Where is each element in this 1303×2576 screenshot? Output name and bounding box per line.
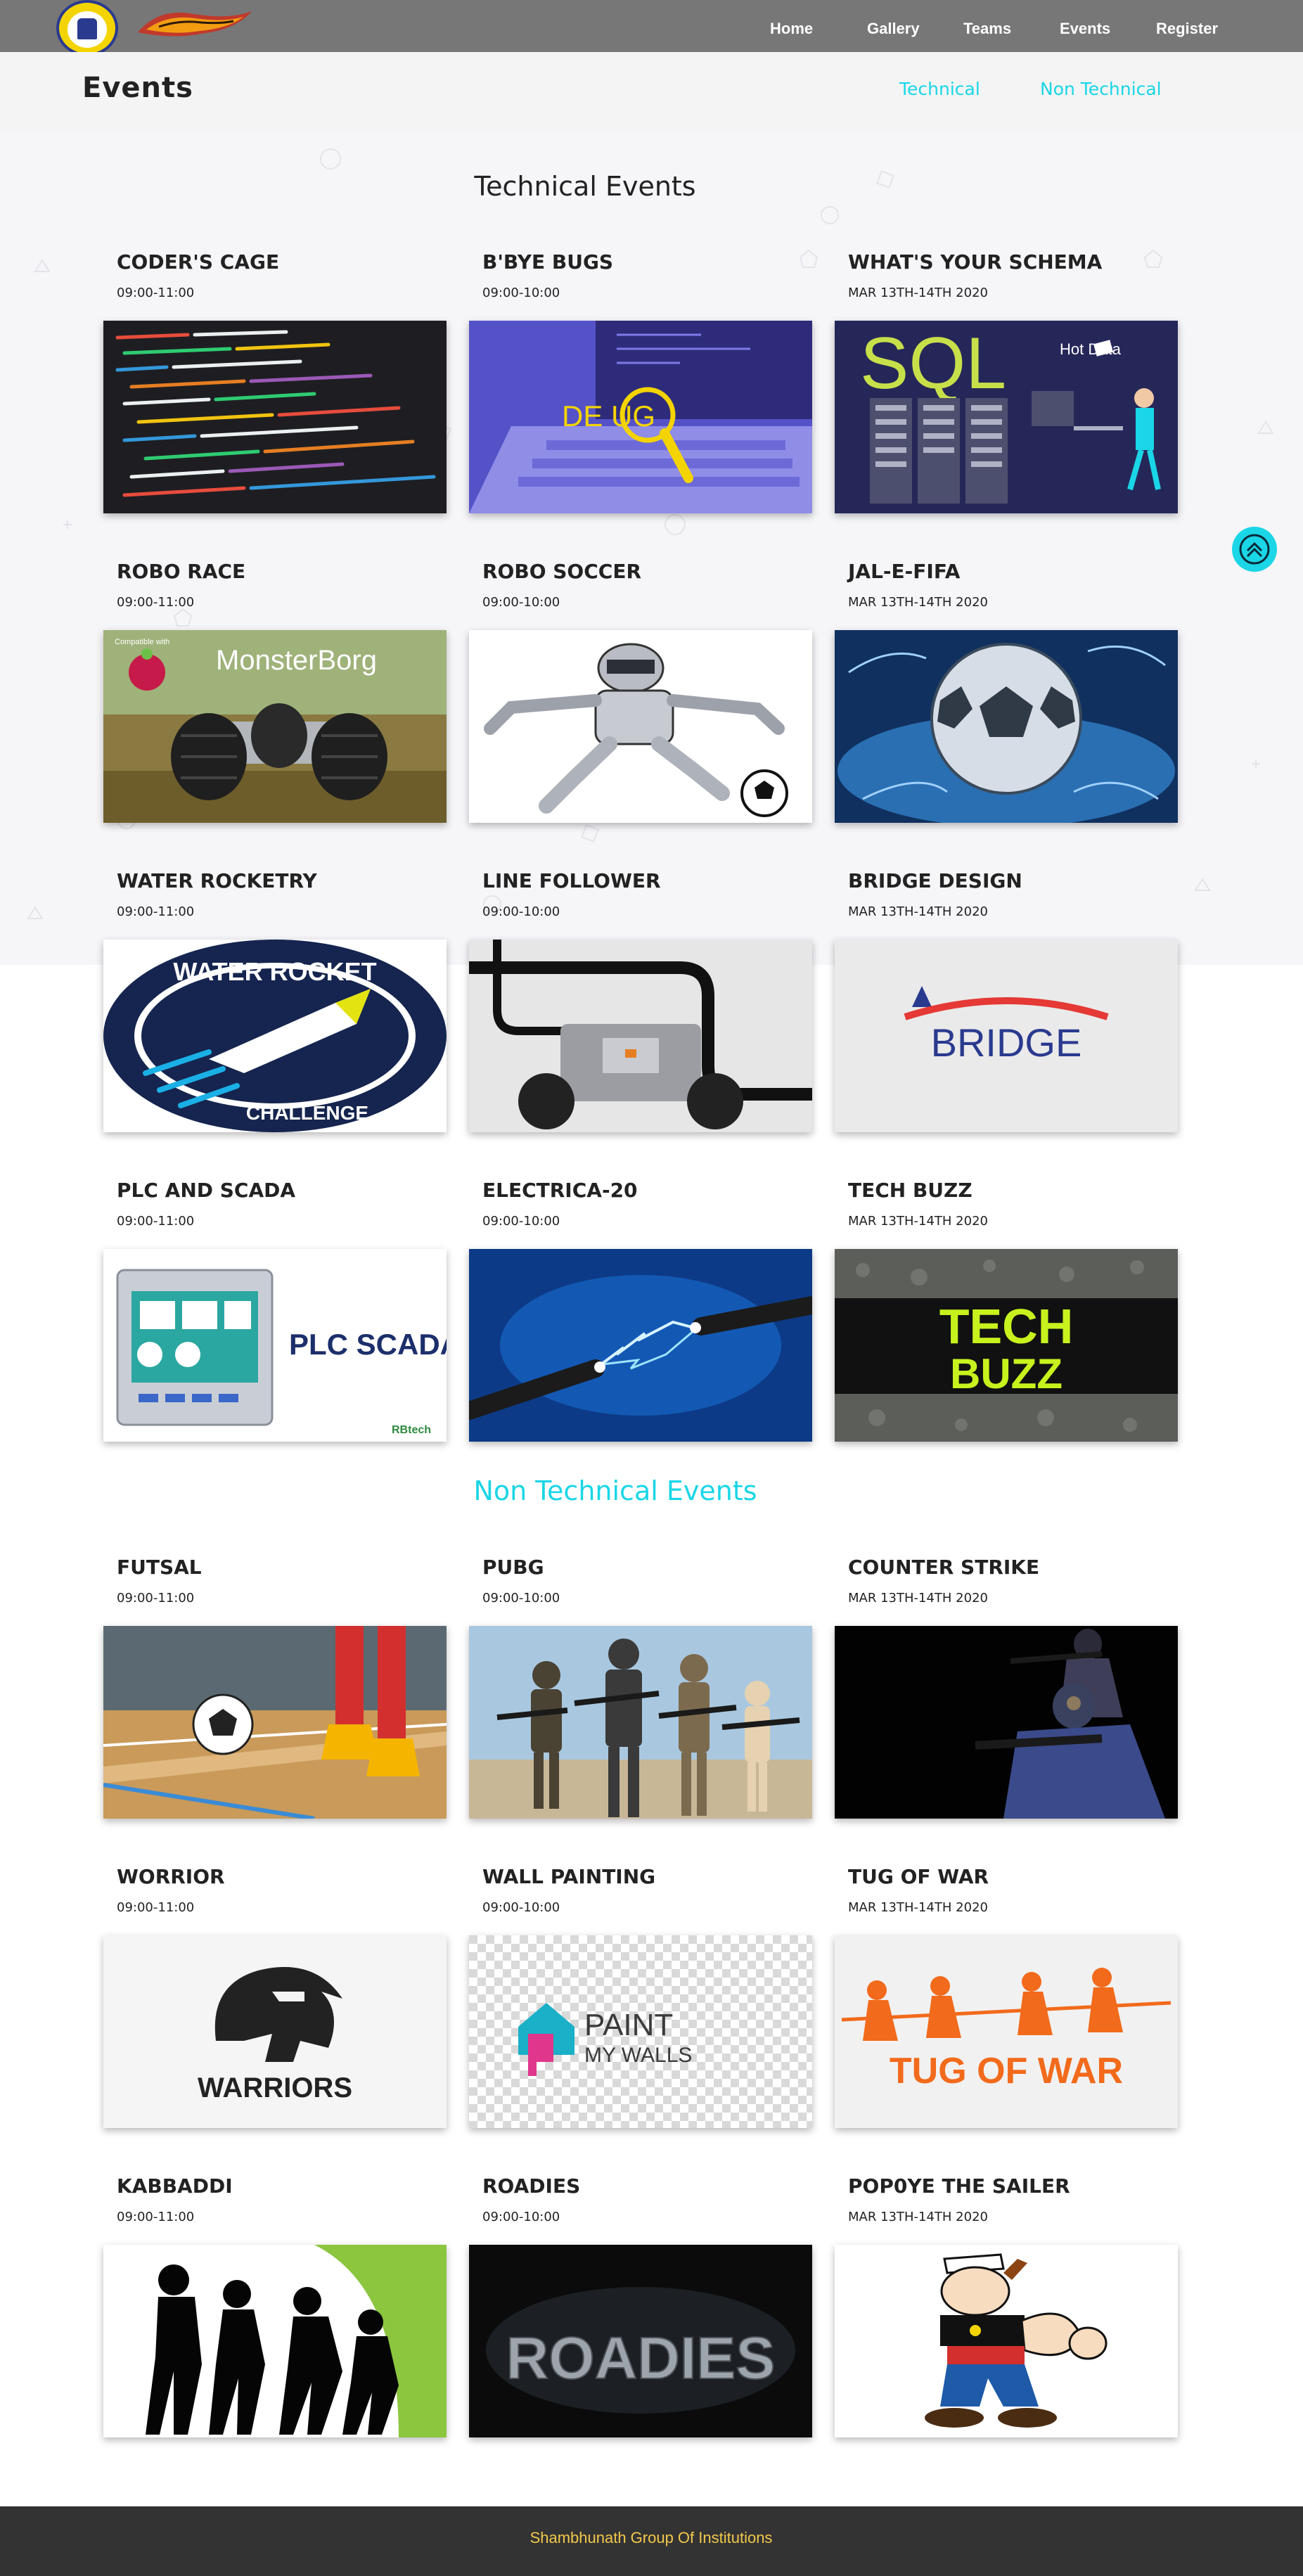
- event-time: 09:00-10:00: [482, 1591, 560, 1606]
- event-time: 09:00-11:00: [117, 1214, 195, 1229]
- event-time: 09:00-11:00: [117, 2210, 195, 2224]
- event-title: JAL-E-FIFA: [848, 560, 961, 583]
- roadies-image-text: ROADIES: [506, 2325, 776, 2391]
- sql-image-text: SQL: [860, 323, 1006, 404]
- event-time: 09:00-10:00: [482, 904, 560, 919]
- event-title: KABBADDI: [117, 2174, 233, 2198]
- event-title: WORRIOR: [117, 1865, 225, 1888]
- technical-events-heading: Technical Events: [474, 171, 696, 202]
- event-image-coders-cage[interactable]: [103, 321, 447, 513]
- event-title: TUG OF WAR: [848, 1865, 989, 1888]
- event-image-plc-scada[interactable]: PLC SCADA RBtech: [103, 1249, 447, 1442]
- event-time: 09:00-11:00: [117, 1900, 195, 1915]
- navbar: Home Gallery Teams Events Register: [0, 0, 1303, 56]
- event-title: BRIDGE DESIGN: [848, 869, 1022, 892]
- double-chevron-up-icon: [1239, 534, 1270, 565]
- event-title: ROBO SOCCER: [482, 560, 642, 583]
- event-title: ROBO RACE: [117, 560, 246, 583]
- event-time: 09:00-10:00: [482, 286, 560, 300]
- event-image-line-follower[interactable]: [469, 940, 812, 1132]
- event-time: MAR 13TH-14TH 2020: [848, 286, 988, 300]
- event-time: 09:00-10:00: [482, 1900, 560, 1915]
- event-time: MAR 13TH-14TH 2020: [848, 2210, 988, 2224]
- page-title: Events: [82, 72, 193, 104]
- event-image-electrica[interactable]: [469, 1249, 812, 1442]
- event-time: 09:00-11:00: [117, 904, 195, 919]
- fest-logo[interactable]: [131, 4, 257, 45]
- event-title: ROADIES: [482, 2174, 581, 2198]
- event-title: POP0YE THE SAILER: [848, 2174, 1070, 2198]
- non-technical-link[interactable]: Non Technical: [1040, 79, 1162, 99]
- event-image-pubg[interactable]: [469, 1626, 812, 1819]
- water-rocket-image-text: WATER ROCKET: [173, 957, 376, 986]
- event-image-popeye[interactable]: [835, 2245, 1178, 2437]
- event-time: MAR 13TH-14TH 2020: [848, 1591, 988, 1606]
- event-title: WALL PAINTING: [482, 1865, 656, 1888]
- event-image-robo-soccer[interactable]: [469, 630, 812, 823]
- event-image-futsal[interactable]: [103, 1626, 447, 1819]
- nav-home[interactable]: Home: [770, 20, 813, 38]
- nav-gallery[interactable]: Gallery: [867, 20, 920, 38]
- event-image-tech-buzz[interactable]: TECH BUZZ: [835, 1249, 1178, 1442]
- event-image-jal-e-fifa[interactable]: [835, 630, 1178, 823]
- event-image-roadies[interactable]: ROADIES: [469, 2245, 812, 2437]
- challenge-image-text: CHALLENGE: [246, 1102, 368, 1124]
- event-title: LINE FOLLOWER: [482, 869, 661, 892]
- event-image-whats-your-schema[interactable]: SQL Hot Data: [835, 321, 1178, 513]
- event-title: PLC AND SCADA: [117, 1179, 296, 1202]
- event-time: MAR 13TH-14TH 2020: [848, 904, 988, 919]
- paint-image-text: PAINT: [584, 2008, 673, 2042]
- event-title: TECH BUZZ: [848, 1179, 973, 1202]
- event-image-bbye-bugs[interactable]: DE UG: [469, 321, 812, 513]
- event-time: MAR 13TH-14TH 2020: [848, 595, 988, 610]
- event-title: WHAT'S YOUR SCHEMA: [848, 250, 1103, 274]
- event-time: 09:00-10:00: [482, 595, 560, 610]
- event-image-robo-race[interactable]: Compatible with MonsterBorg: [103, 630, 447, 823]
- event-title: CODER'S CAGE: [117, 250, 280, 274]
- scroll-to-top-button[interactable]: [1232, 527, 1277, 572]
- footer-text: Shambhunath Group Of Institutions: [529, 2529, 773, 2546]
- event-image-wall-painting[interactable]: PAINT MY WALLS: [469, 1935, 812, 2128]
- event-image-counter-strike[interactable]: [835, 1626, 1178, 1819]
- nav-events[interactable]: Events: [1060, 20, 1110, 38]
- warriors-image-text: WARRIORS: [198, 2072, 352, 2103]
- event-image-worrior[interactable]: WARRIORS: [103, 1935, 447, 2128]
- event-image-tug-of-war[interactable]: TUG OF WAR: [835, 1935, 1178, 2128]
- event-time: 09:00-11:00: [117, 1591, 195, 1606]
- monsterborg-image-text: MonsterBorg: [216, 645, 377, 676]
- footer: Shambhunath Group Of Institutions: [0, 2506, 1303, 2576]
- event-title: COUNTER STRIKE: [848, 1556, 1040, 1579]
- event-time: 09:00-11:00: [117, 595, 195, 610]
- bridge-image-text: BRIDGE: [931, 1020, 1082, 1065]
- non-technical-events-heading: Non Technical Events: [473, 1475, 757, 1506]
- event-title: B'BYE BUGS: [482, 250, 614, 274]
- rbtech-image-text: RBtech: [392, 1424, 431, 1436]
- tug-of-war-image-text: TUG OF WAR: [890, 2051, 1123, 2091]
- event-time: MAR 13TH-14TH 2020: [848, 1214, 988, 1229]
- event-time: 09:00-11:00: [117, 286, 195, 300]
- event-image-bridge-design[interactable]: BRIDGE: [835, 940, 1178, 1132]
- buzz-image-text: BUZZ: [950, 1350, 1063, 1397]
- event-title: WATER ROCKETRY: [117, 869, 317, 892]
- event-title: ELECTRICA-20: [482, 1179, 638, 1202]
- nav-register[interactable]: Register: [1156, 20, 1218, 38]
- tech-image-text: TECH: [939, 1299, 1074, 1354]
- event-time: 09:00-10:00: [482, 2210, 560, 2224]
- college-seal-logo[interactable]: [56, 0, 118, 56]
- event-time: MAR 13TH-14TH 2020: [848, 1900, 988, 1915]
- plc-scada-image-text: PLC SCADA: [289, 1328, 447, 1361]
- compatible-with-image-text: Compatible with: [115, 638, 169, 646]
- event-title: PUBG: [482, 1556, 544, 1579]
- event-time: 09:00-10:00: [482, 1214, 560, 1229]
- nav-teams[interactable]: Teams: [963, 20, 1011, 38]
- technical-link[interactable]: Technical: [899, 79, 980, 99]
- debug-image-text: DE UG: [562, 399, 655, 432]
- event-image-kabbaddi[interactable]: [103, 2245, 447, 2437]
- my-walls-image-text: MY WALLS: [584, 2044, 692, 2067]
- event-title: FUTSAL: [117, 1556, 202, 1579]
- event-image-water-rocketry[interactable]: WATER ROCKET CHALLENGE: [103, 940, 447, 1132]
